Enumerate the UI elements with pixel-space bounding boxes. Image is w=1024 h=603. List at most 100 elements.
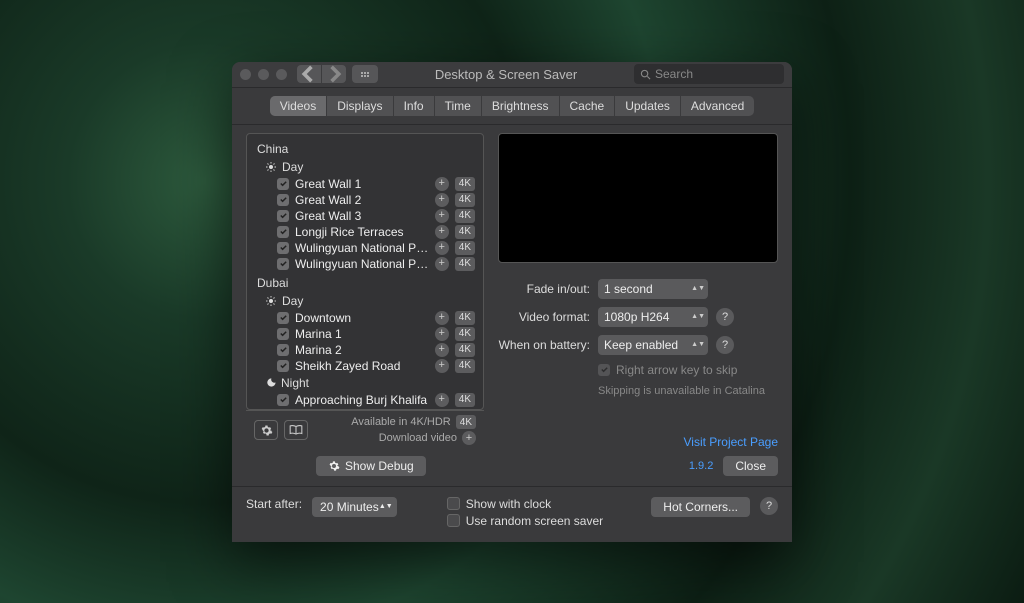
- add-button[interactable]: +: [435, 193, 449, 207]
- video-item[interactable]: Approaching Burj Khalifa+4K: [247, 392, 483, 408]
- video-item[interactable]: Great Wall 3+4K: [247, 208, 483, 224]
- add-button[interactable]: +: [435, 241, 449, 255]
- battery-help-button[interactable]: ?: [716, 336, 734, 354]
- format-help-button[interactable]: ?: [716, 308, 734, 326]
- preview-settings-panel: Fade in/out: 1 second ▲▼ Video format: 1…: [498, 133, 778, 450]
- add-button[interactable]: +: [435, 209, 449, 223]
- chevron-updown-icon: ▲▼: [691, 286, 705, 292]
- video-name: Downtown: [295, 311, 429, 325]
- forward-button[interactable]: [322, 65, 346, 83]
- help-button[interactable]: ?: [760, 497, 778, 515]
- video-checkbox[interactable]: [277, 194, 289, 206]
- video-item[interactable]: Downtown+4K: [247, 310, 483, 326]
- video-checkbox[interactable]: [277, 394, 289, 406]
- search-field[interactable]: Search: [634, 64, 784, 84]
- quality-badge: 4K: [455, 359, 475, 373]
- start-after-label: Start after:: [246, 497, 302, 511]
- video-name: Sheikh Zayed Road: [295, 359, 429, 373]
- tab-time[interactable]: Time: [435, 96, 482, 116]
- tab-cache[interactable]: Cache: [560, 96, 616, 116]
- add-button[interactable]: +: [435, 311, 449, 325]
- video-name: Wulingyuan National Park 1: [295, 241, 429, 255]
- tab-advanced[interactable]: Advanced: [681, 96, 754, 116]
- check-icon: [279, 329, 288, 338]
- search-placeholder: Search: [655, 67, 693, 81]
- battery-select[interactable]: Keep enabled ▲▼: [598, 335, 708, 355]
- book-icon: [289, 424, 303, 436]
- video-checkbox[interactable]: [277, 178, 289, 190]
- video-item[interactable]: Sheikh Zayed Road +4K: [247, 358, 483, 374]
- quality-badge: 4K: [455, 225, 475, 239]
- video-item[interactable]: Wulingyuan National Park 1 +4K: [247, 240, 483, 256]
- video-item[interactable]: Marina 1+4K: [247, 326, 483, 342]
- video-item[interactable]: Longji Rice Terraces +4K: [247, 224, 483, 240]
- chevron-updown-icon: ▲▼: [691, 342, 705, 348]
- add-button[interactable]: +: [435, 327, 449, 341]
- chevron-updown-icon: ▲▼: [379, 504, 393, 510]
- format-select[interactable]: 1080p H264 ▲▼: [598, 307, 708, 327]
- traffic-lights: [240, 69, 287, 80]
- search-icon: [640, 69, 651, 80]
- video-checkbox[interactable]: [277, 328, 289, 340]
- tab-updates[interactable]: Updates: [615, 96, 681, 116]
- start-after-select[interactable]: 20 Minutes ▲▼: [312, 497, 397, 517]
- add-button[interactable]: +: [435, 257, 449, 271]
- add-button[interactable]: +: [435, 359, 449, 373]
- check-icon: [279, 361, 288, 370]
- video-checkbox[interactable]: [277, 360, 289, 372]
- tab-brightness[interactable]: Brightness: [482, 96, 560, 116]
- tab-displays[interactable]: Displays: [327, 96, 393, 116]
- video-checkbox[interactable]: [277, 210, 289, 222]
- download-button[interactable]: +: [462, 431, 476, 445]
- video-checkbox[interactable]: [277, 312, 289, 324]
- zoom-window-button[interactable]: [276, 69, 287, 80]
- quality-badge: 4K: [455, 177, 475, 191]
- gear-icon: [328, 460, 340, 472]
- video-list[interactable]: ChinaDayGreat Wall 1+4KGreat Wall 2+4KGr…: [246, 133, 484, 410]
- hot-corners-button[interactable]: Hot Corners...: [651, 497, 750, 517]
- content-area: ChinaDayGreat Wall 1+4KGreat Wall 2+4KGr…: [232, 125, 792, 450]
- video-checkbox[interactable]: [277, 226, 289, 238]
- quality-badge: 4K: [455, 241, 475, 255]
- add-button[interactable]: +: [435, 343, 449, 357]
- video-checkbox[interactable]: [277, 242, 289, 254]
- section-header-day: Day: [247, 158, 483, 176]
- video-item[interactable]: Sheikh Zayed Road+4K: [247, 408, 483, 409]
- skip-checkbox[interactable]: [598, 364, 610, 376]
- settings-gear-button[interactable]: [254, 420, 278, 440]
- show-with-clock-checkbox[interactable]: [447, 497, 460, 510]
- back-button[interactable]: [297, 65, 321, 83]
- tab-info[interactable]: Info: [394, 96, 435, 116]
- show-all-button[interactable]: [352, 65, 378, 83]
- close-window-button[interactable]: [240, 69, 251, 80]
- add-button[interactable]: +: [435, 177, 449, 191]
- skip-note: Skipping is unavailable in Catalina: [598, 385, 778, 397]
- section-header-night: Night: [247, 374, 483, 392]
- video-item[interactable]: Great Wall 1+4K: [247, 176, 483, 192]
- project-link[interactable]: Visit Project Page: [498, 435, 778, 449]
- fade-select[interactable]: 1 second ▲▼: [598, 279, 708, 299]
- video-name: Wulingyuan National Park 2: [295, 257, 429, 271]
- bottom-bar: Start after: 20 Minutes ▲▼ Show with clo…: [232, 486, 792, 542]
- action-row: Show Debug 1.9.2 Close: [232, 450, 792, 486]
- show-debug-button[interactable]: Show Debug: [316, 456, 426, 476]
- add-button[interactable]: +: [435, 225, 449, 239]
- add-button[interactable]: +: [435, 393, 449, 407]
- close-button[interactable]: Close: [723, 456, 778, 476]
- tab-videos[interactable]: Videos: [270, 96, 327, 116]
- video-item[interactable]: Great Wall 2+4K: [247, 192, 483, 208]
- use-random-checkbox[interactable]: [447, 514, 460, 527]
- format-label: Video format:: [498, 310, 590, 324]
- video-name: Longji Rice Terraces: [295, 225, 429, 239]
- book-button[interactable]: [284, 420, 308, 440]
- minimize-window-button[interactable]: [258, 69, 269, 80]
- video-item[interactable]: Marina 2+4K: [247, 342, 483, 358]
- group-header: Dubai: [247, 272, 483, 292]
- quality-badge: 4K: [455, 193, 475, 207]
- quality-badge: 4K: [455, 257, 475, 271]
- video-checkbox[interactable]: [277, 344, 289, 356]
- check-icon: [279, 313, 288, 322]
- video-checkbox[interactable]: [277, 258, 289, 270]
- video-name: Marina 2: [295, 343, 429, 357]
- video-item[interactable]: Wulingyuan National Park 2 +4K: [247, 256, 483, 272]
